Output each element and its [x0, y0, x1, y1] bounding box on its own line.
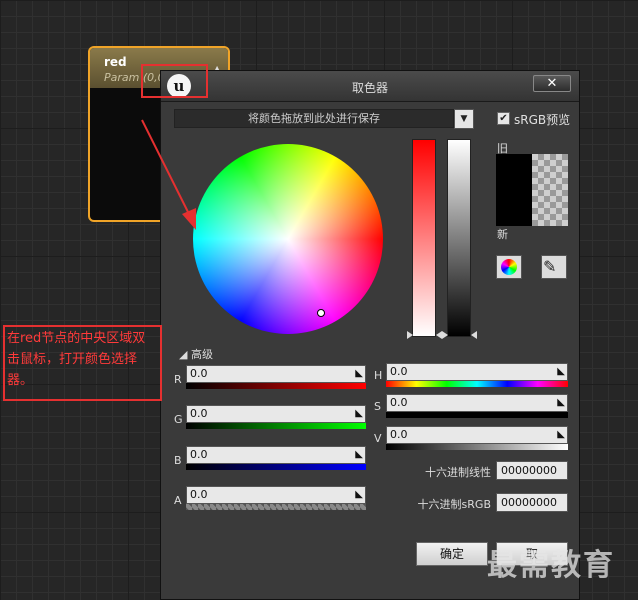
watermark: 最需教育 [487, 548, 615, 583]
annotation-arrow [141, 119, 196, 230]
instruction-callout: 在red节点的中央区域双击鼠标，打开颜色选择器。 [3, 325, 162, 401]
